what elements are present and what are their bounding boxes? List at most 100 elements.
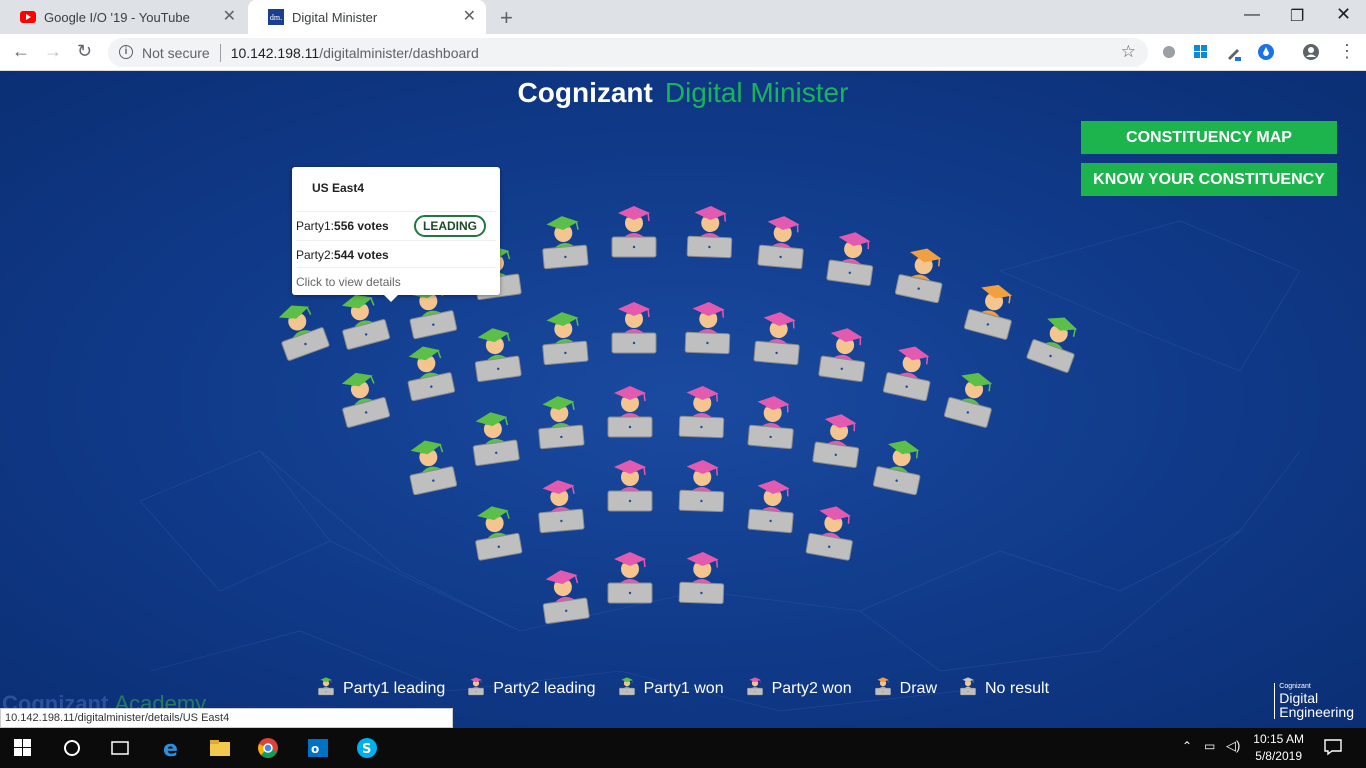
close-icon[interactable]: ✕ <box>463 9 476 25</box>
view-details-link[interactable]: Click to view details <box>296 267 496 295</box>
seat[interactable] <box>749 305 806 369</box>
edge-icon[interactable]: e <box>160 736 184 762</box>
party1-votes: 556 votes <box>334 218 389 233</box>
party2-label: Party2: <box>296 247 335 262</box>
divider <box>219 43 221 62</box>
seat[interactable] <box>683 200 737 262</box>
legend-label: Party1 leading <box>342 679 446 697</box>
maximize-icon[interactable]: ❐ <box>1290 6 1304 26</box>
seat[interactable] <box>675 454 729 516</box>
brand-logo-text: Cognizant <box>517 77 653 108</box>
seat[interactable] <box>604 547 656 607</box>
de-line2: Engineering <box>1279 704 1354 720</box>
notifications-icon[interactable] <box>1324 738 1342 761</box>
info-icon[interactable]: i <box>119 45 133 59</box>
seat[interactable] <box>604 455 656 515</box>
drop-extension-icon[interactable] <box>1257 43 1275 61</box>
network-icon[interactable]: ▭ <box>1204 739 1215 753</box>
digital-engineering-logo: Cognizant Digital Engineering <box>1274 683 1354 719</box>
seat[interactable] <box>531 473 588 537</box>
url-path: /digitalminister/dashboard <box>319 44 479 61</box>
seat[interactable] <box>531 389 588 453</box>
seat[interactable] <box>743 389 800 453</box>
legend-item: Party1 won <box>618 675 724 702</box>
seat[interactable] <box>535 305 592 369</box>
seat[interactable] <box>675 380 729 442</box>
windows-start-icon[interactable] <box>14 736 38 760</box>
menu-kebab-icon[interactable]: ⋮ <box>1338 41 1356 62</box>
windows-extension-icon[interactable] <box>1192 43 1210 61</box>
svg-text:o: o <box>311 742 319 756</box>
outlook-icon[interactable]: o <box>306 736 330 760</box>
party1-label: Party1: <box>296 218 335 233</box>
close-icon[interactable]: ✕ <box>223 9 236 25</box>
youtube-icon <box>20 9 36 25</box>
constituency-tooltip[interactable]: US East4 Party1: 556 votes LEADING Party… <box>292 167 500 302</box>
tab-digital-minister[interactable]: dm. Digital Minister ✕ <box>248 0 486 34</box>
seat[interactable] <box>608 297 660 357</box>
tray-chevron-icon[interactable]: ⌃ <box>1182 739 1192 753</box>
legend-item: Party1 leading <box>317 675 445 702</box>
address-bar[interactable]: i Not secure 10.142.198.11 /digitalminis… <box>108 38 1148 67</box>
seat[interactable] <box>801 497 863 565</box>
new-tab-icon[interactable]: + <box>500 5 513 31</box>
status-bar-url: 10.142.198.11/digitalminister/details/US… <box>0 708 453 728</box>
clock-date: 5/8/2019 <box>1255 749 1302 763</box>
seat[interactable] <box>465 497 527 565</box>
no-result-icon <box>959 675 977 702</box>
leading-badge: LEADING <box>414 215 486 237</box>
tab-title: Digital Minister <box>292 9 378 25</box>
eyedropper-icon[interactable] <box>1225 43 1243 61</box>
seat[interactable] <box>535 209 592 273</box>
party2-votes: 544 votes <box>334 247 389 262</box>
party1-row: Party1: 556 votes LEADING <box>296 211 496 239</box>
file-explorer-icon[interactable] <box>208 736 232 760</box>
clock-time: 10:15 AM <box>1253 732 1304 746</box>
seat[interactable] <box>814 320 874 387</box>
seat[interactable] <box>466 320 526 387</box>
svg-text:S: S <box>362 742 371 757</box>
seat[interactable] <box>604 381 656 441</box>
security-label: Not secure <box>142 44 210 61</box>
legend-item: Draw <box>874 675 937 702</box>
seat[interactable] <box>534 562 594 629</box>
seat[interactable] <box>822 224 882 291</box>
legend-label: Party2 won <box>771 679 852 697</box>
dashboard-page: Cognizant Digital Minister CONSTITUENCY M… <box>0 71 1366 728</box>
seat[interactable] <box>675 546 729 608</box>
tab-youtube[interactable]: Google I/O '19 - YouTube ✕ <box>0 0 246 34</box>
extension-circle-icon[interactable] <box>1160 43 1178 61</box>
forward-icon[interactable]: → <box>44 41 62 62</box>
windows-taskbar: e o S ⌃ ▭ ◁) 10:15 AM 5/8/2019 <box>0 728 1366 768</box>
seat[interactable] <box>808 406 868 473</box>
svg-text:e: e <box>163 737 178 760</box>
know-your-constituency-button[interactable]: KNOW YOUR CONSTITUENCY <box>1081 163 1337 196</box>
legend-item: No result <box>959 675 1049 702</box>
minimize-icon[interactable]: — <box>1244 6 1260 24</box>
legend-item: Party2 won <box>746 675 852 702</box>
search-icon[interactable] <box>60 736 84 760</box>
volume-icon[interactable]: ◁) <box>1226 738 1240 754</box>
legend-label: Party1 won <box>643 679 724 697</box>
chrome-icon[interactable] <box>256 736 280 760</box>
party1-won-icon <box>618 675 636 702</box>
seat[interactable] <box>608 201 660 261</box>
url-host: 10.142.198.11 <box>230 44 320 61</box>
seat[interactable] <box>464 404 524 471</box>
system-clock[interactable]: 10:15 AM 5/8/2019 <box>1253 731 1304 765</box>
reload-icon[interactable]: ↻ <box>77 41 92 62</box>
window-close-icon[interactable]: ✕ <box>1336 4 1351 25</box>
seat[interactable] <box>753 209 810 273</box>
bookmark-star-icon[interactable]: ☆ <box>1121 42 1136 62</box>
constituency-map-button[interactable]: CONSTITUENCY MAP <box>1081 121 1337 154</box>
back-icon[interactable]: ← <box>12 41 30 62</box>
seat[interactable] <box>743 473 800 537</box>
task-view-icon[interactable] <box>108 736 132 760</box>
skype-icon[interactable]: S <box>355 736 379 760</box>
product-name: Digital Minister <box>664 77 849 108</box>
legend-label: No result <box>985 679 1050 697</box>
seat[interactable] <box>681 296 735 358</box>
profile-icon[interactable] <box>1302 43 1320 61</box>
party2-row: Party2: 544 votes <box>296 240 496 268</box>
browser-toolbar: ← → ↻ i Not secure 10.142.198.11 /digita… <box>0 34 1366 71</box>
